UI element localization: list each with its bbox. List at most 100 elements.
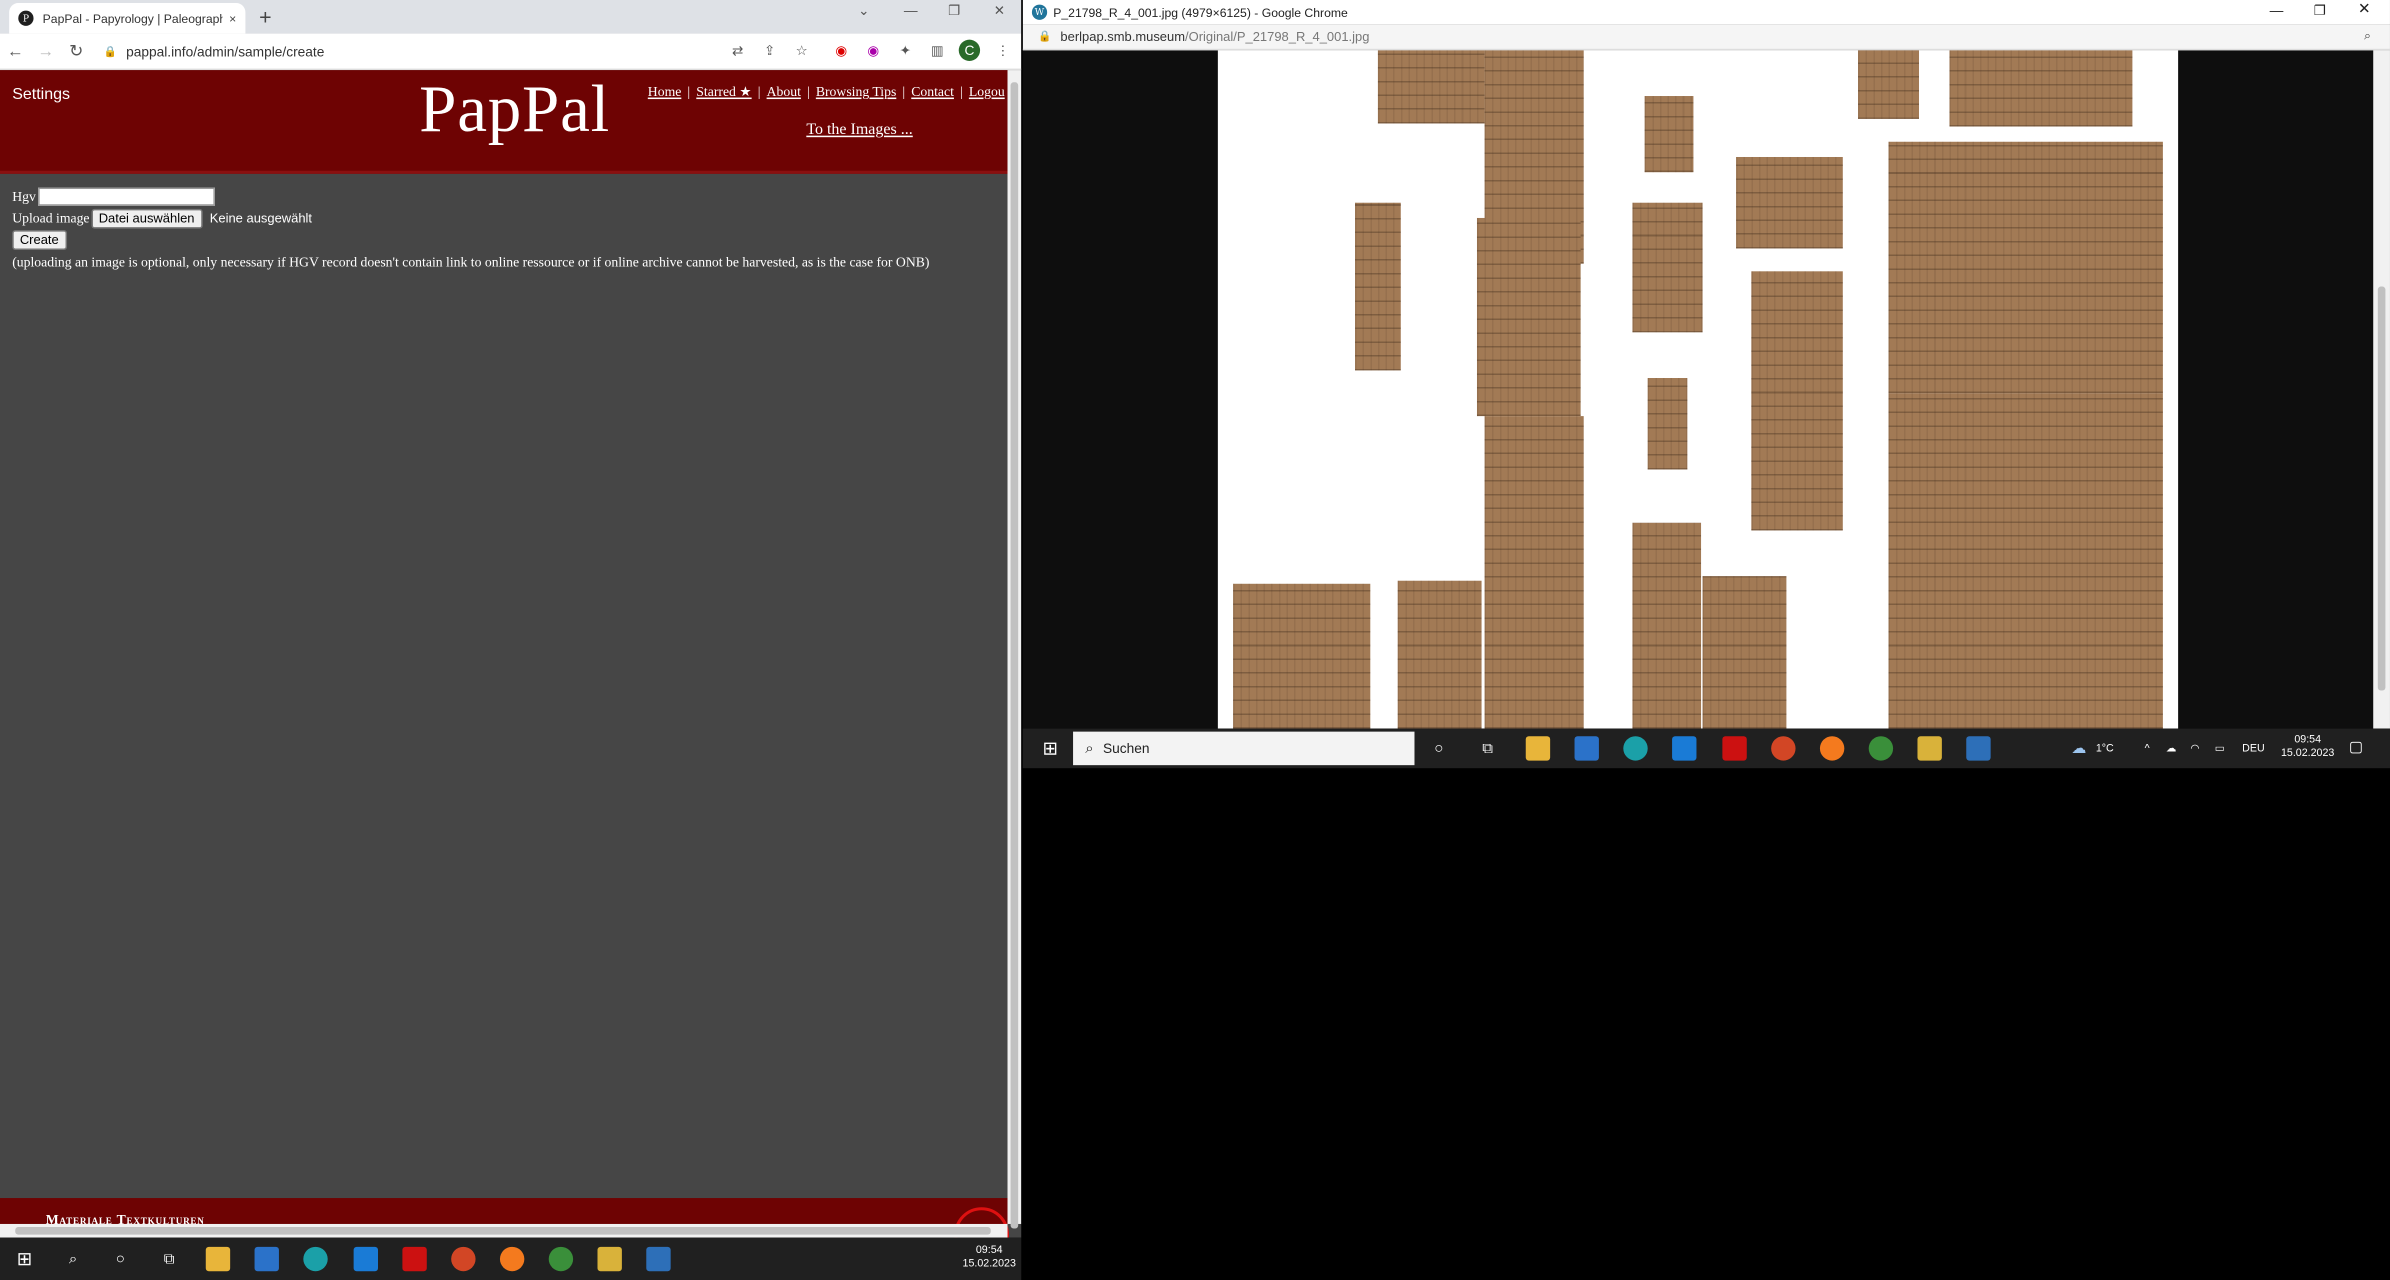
url-text: pappal.info/admin/sample/create — [126, 43, 325, 59]
extension-purple-icon[interactable]: ◉ — [863, 40, 884, 61]
task-view-icon[interactable]: ⧉ — [157, 1247, 181, 1271]
chrome-icon[interactable] — [1868, 736, 1894, 761]
nav-contact[interactable]: Contact — [911, 84, 954, 99]
nav-home[interactable]: Home — [648, 84, 682, 99]
nav-browsing-tips[interactable]: Browsing Tips — [816, 84, 896, 99]
clock[interactable]: 09:54 15.02.2023 — [957, 1244, 1021, 1271]
forward-icon[interactable]: → — [30, 42, 60, 60]
edge-icon[interactable] — [1623, 736, 1648, 761]
address-bar[interactable]: 🔒 berlpap.smb.museum/Original/P_21798_R_… — [1022, 24, 2390, 51]
powerpoint-icon[interactable] — [451, 1246, 476, 1272]
restore-icon[interactable]: ❐ — [948, 3, 960, 20]
hgv-input[interactable] — [37, 187, 215, 206]
acrobat-icon[interactable] — [402, 1246, 427, 1272]
battery-icon[interactable]: ▭ — [2215, 742, 2225, 756]
top-navigation: Home | Starred ★ | About | Browsing Tips | Conta… — [648, 84, 1005, 101]
language-indicator[interactable]: DEU — [2242, 742, 2265, 756]
tab-search-icon[interactable]: ⌄ — [858, 3, 870, 20]
task-view-icon[interactable]: ⧉ — [1475, 736, 1499, 760]
papyrus-fragment — [1233, 583, 1371, 729]
scroll-thumb[interactable] — [1010, 82, 1019, 1229]
firefox-icon[interactable] — [499, 1246, 525, 1272]
notifications-icon[interactable]: ▢ — [2349, 740, 2363, 755]
close-tab-icon[interactable]: × — [229, 11, 236, 25]
explorer-window-icon[interactable] — [1917, 736, 1942, 761]
minimize-icon[interactable]: — — [904, 3, 918, 18]
window-title-bar: W P_21798_R_4_001.jpg (4979×6125) - Goog… — [1022, 0, 2390, 25]
acrobat-icon[interactable] — [1722, 736, 1747, 761]
file-explorer-icon[interactable] — [205, 1246, 231, 1272]
share-icon[interactable]: ⇪ — [759, 40, 780, 61]
weather-icon[interactable]: ☁ — [2071, 742, 2086, 757]
site-logo[interactable]: PapPal — [419, 70, 610, 148]
cortana-icon[interactable]: ○ — [108, 1247, 132, 1271]
choose-file-button[interactable]: Datei auswählen — [91, 208, 203, 228]
file-explorer-icon[interactable] — [1525, 736, 1551, 761]
photos-icon[interactable] — [1966, 736, 1991, 761]
windows-start-icon[interactable]: ⊞ — [12, 1247, 36, 1271]
restore-icon[interactable]: ❐ — [2314, 3, 2326, 20]
vertical-scrollbar[interactable] — [2373, 50, 2390, 729]
scroll-thumb[interactable] — [2377, 286, 2386, 691]
clock[interactable]: 09:54 15.02.2023 — [2276, 733, 2340, 760]
firefox-icon[interactable] — [1819, 736, 1845, 761]
bookmark-star-icon[interactable]: ☆ — [791, 40, 812, 61]
papyrus-fragment — [1751, 271, 1843, 531]
onedrive-icon[interactable]: ☁ — [2166, 742, 2177, 756]
zoom-icon[interactable]: ⌕ — [2364, 29, 2371, 44]
desktop: P PapPal - Papyrology | Paleograph × + ⌄… — [0, 0, 2390, 1280]
profile-avatar-icon[interactable]: C — [958, 39, 981, 61]
taskbar-search[interactable]: ⌕ Suchen — [1073, 731, 1415, 766]
horizontal-scrollbar[interactable] — [0, 1223, 1008, 1238]
menu-kebab-icon[interactable]: ⋮ — [992, 40, 1013, 61]
papyrus-fragment — [1476, 217, 1581, 417]
minimize-icon[interactable]: — — [2270, 3, 2284, 18]
to-images-link[interactable]: To the Images ... — [806, 122, 912, 139]
papyrus-fragment — [1858, 50, 1920, 119]
translate-icon[interactable]: ⇄ — [727, 40, 748, 61]
cortana-icon[interactable]: ○ — [1427, 736, 1451, 760]
nav-logout[interactable]: Logou — [969, 84, 1005, 99]
network-icon[interactable]: ◠ — [2190, 742, 2199, 756]
clock-time: 09:54 — [975, 1245, 1003, 1256]
lock-icon: 🔒 — [103, 46, 117, 58]
nav-about[interactable]: About — [767, 84, 801, 99]
create-button[interactable]: Create — [12, 230, 67, 250]
weather-temp[interactable]: 1°C — [2096, 742, 2114, 756]
extension-red-icon[interactable]: ◉ — [831, 40, 852, 61]
store-icon[interactable] — [254, 1246, 279, 1272]
tray-chevron-icon[interactable]: ^ — [2145, 742, 2150, 756]
photos-icon[interactable] — [646, 1246, 671, 1272]
extensions-puzzle-icon[interactable]: ✦ — [895, 40, 916, 61]
powerpoint-icon[interactable] — [1771, 736, 1796, 761]
scroll-thumb[interactable] — [15, 1227, 991, 1235]
settings-link[interactable]: Settings — [12, 85, 70, 103]
store-icon[interactable] — [1574, 736, 1599, 761]
no-file-text: Keine ausgewählt — [209, 210, 313, 226]
papyrus-fragment — [1702, 576, 1787, 729]
new-tab-button[interactable]: + — [259, 5, 271, 29]
mail-icon[interactable] — [1672, 736, 1697, 761]
chrome-icon[interactable] — [548, 1246, 574, 1272]
search-icon[interactable]: ⌕ — [61, 1247, 85, 1271]
close-window-icon[interactable]: ✕ — [2358, 2, 2371, 19]
window-title: P_21798_R_4_001.jpg (4979×6125) - Google… — [1053, 5, 1348, 20]
side-panel-icon[interactable]: ▥ — [927, 40, 948, 61]
explorer-window-icon[interactable] — [597, 1246, 622, 1272]
tab-title: PapPal - Papyrology | Paleograph — [42, 11, 224, 26]
url-field[interactable]: 🔒 pappal.info/admin/sample/create — [104, 43, 325, 58]
mail-icon[interactable] — [353, 1246, 379, 1272]
papyrus-fragment — [1949, 50, 2133, 127]
tab-pappal[interactable]: P PapPal - Papyrology | Paleograph × — [9, 3, 246, 34]
back-icon[interactable]: ← — [0, 42, 30, 60]
windows-start-icon[interactable]: ⊞ — [1038, 736, 1062, 760]
edge-icon[interactable] — [303, 1246, 328, 1272]
papyrus-fragment — [1484, 416, 1584, 729]
close-window-icon[interactable]: ✕ — [994, 3, 1006, 20]
reload-icon[interactable]: ↻ — [61, 41, 91, 61]
papyrus-image[interactable] — [1217, 50, 2179, 729]
papyrus-fragment — [1644, 96, 1694, 173]
vertical-scrollbar[interactable] — [1007, 70, 1022, 1229]
nav-starred[interactable]: Starred ★ — [696, 84, 751, 99]
papyrus-fragment — [1736, 156, 1843, 249]
